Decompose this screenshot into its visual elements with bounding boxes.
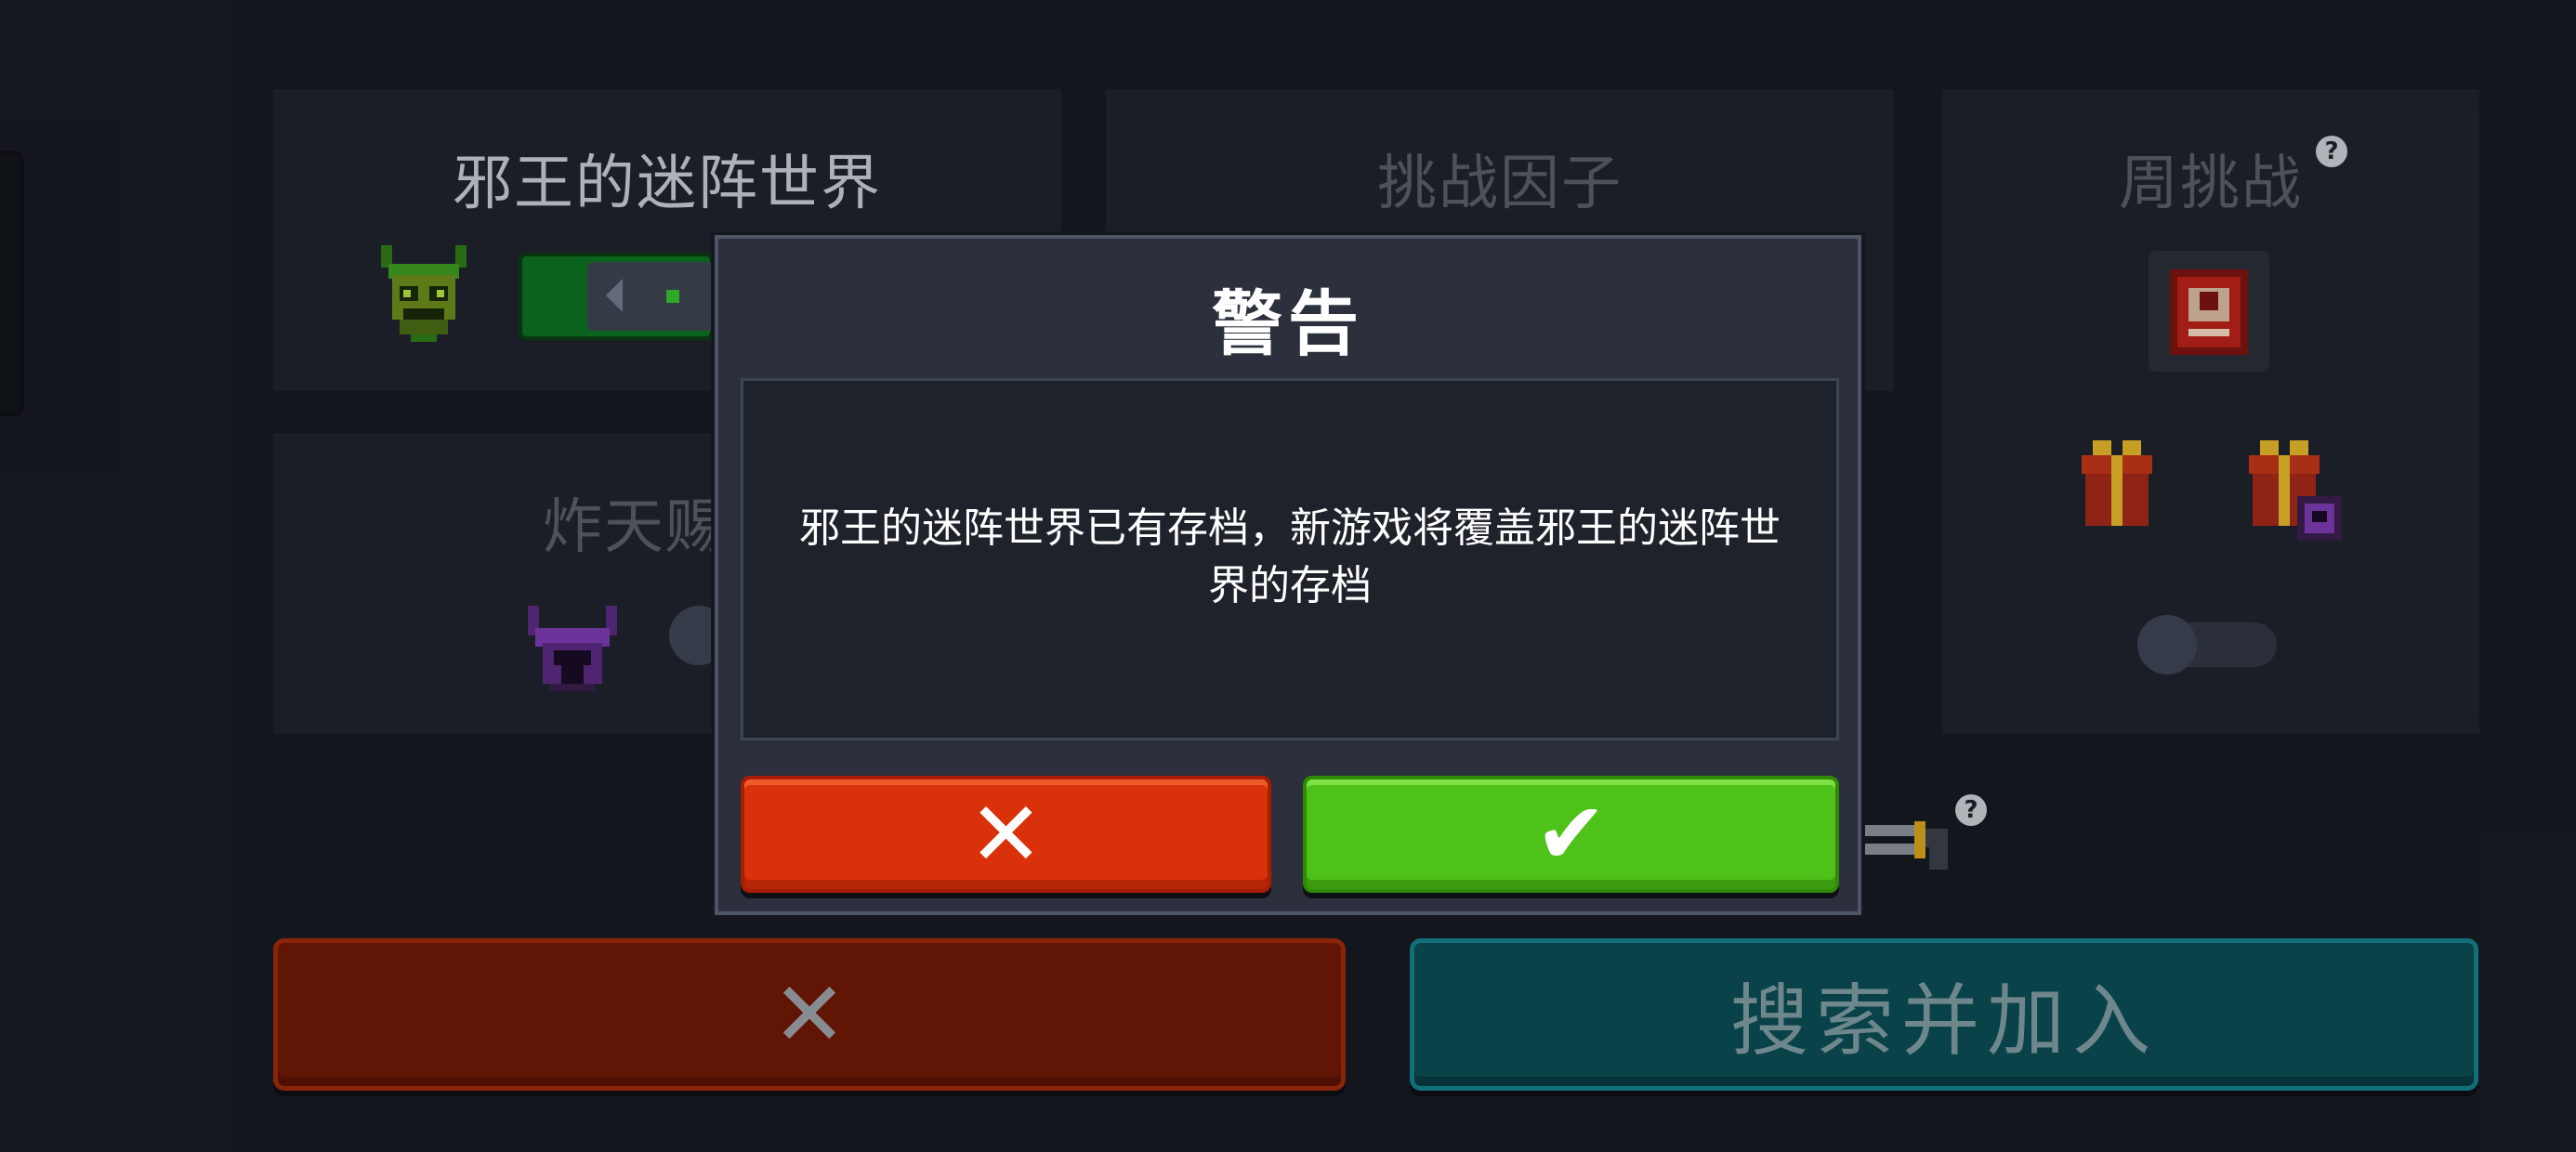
dialog-title: 警告	[1212, 282, 1364, 365]
dialog-message: 邪王的迷阵世界已有存档，新游戏将覆盖邪王的迷阵世界的存档	[799, 504, 1781, 609]
dialog-confirm-button[interactable]: ✔	[1303, 776, 1839, 893]
checkmark-icon: ✔	[1534, 784, 1608, 884]
dialog-cancel-button[interactable]: ✕	[741, 776, 1271, 893]
dialog-body: 邪王的迷阵世界已有存档，新游戏将覆盖邪王的迷阵世界的存档	[741, 378, 1839, 740]
warning-dialog: 警告 邪王的迷阵世界已有存档，新游戏将覆盖邪王的迷阵世界的存档 ✕ ✔	[715, 235, 1861, 915]
close-x-icon: ✕	[968, 782, 1044, 886]
